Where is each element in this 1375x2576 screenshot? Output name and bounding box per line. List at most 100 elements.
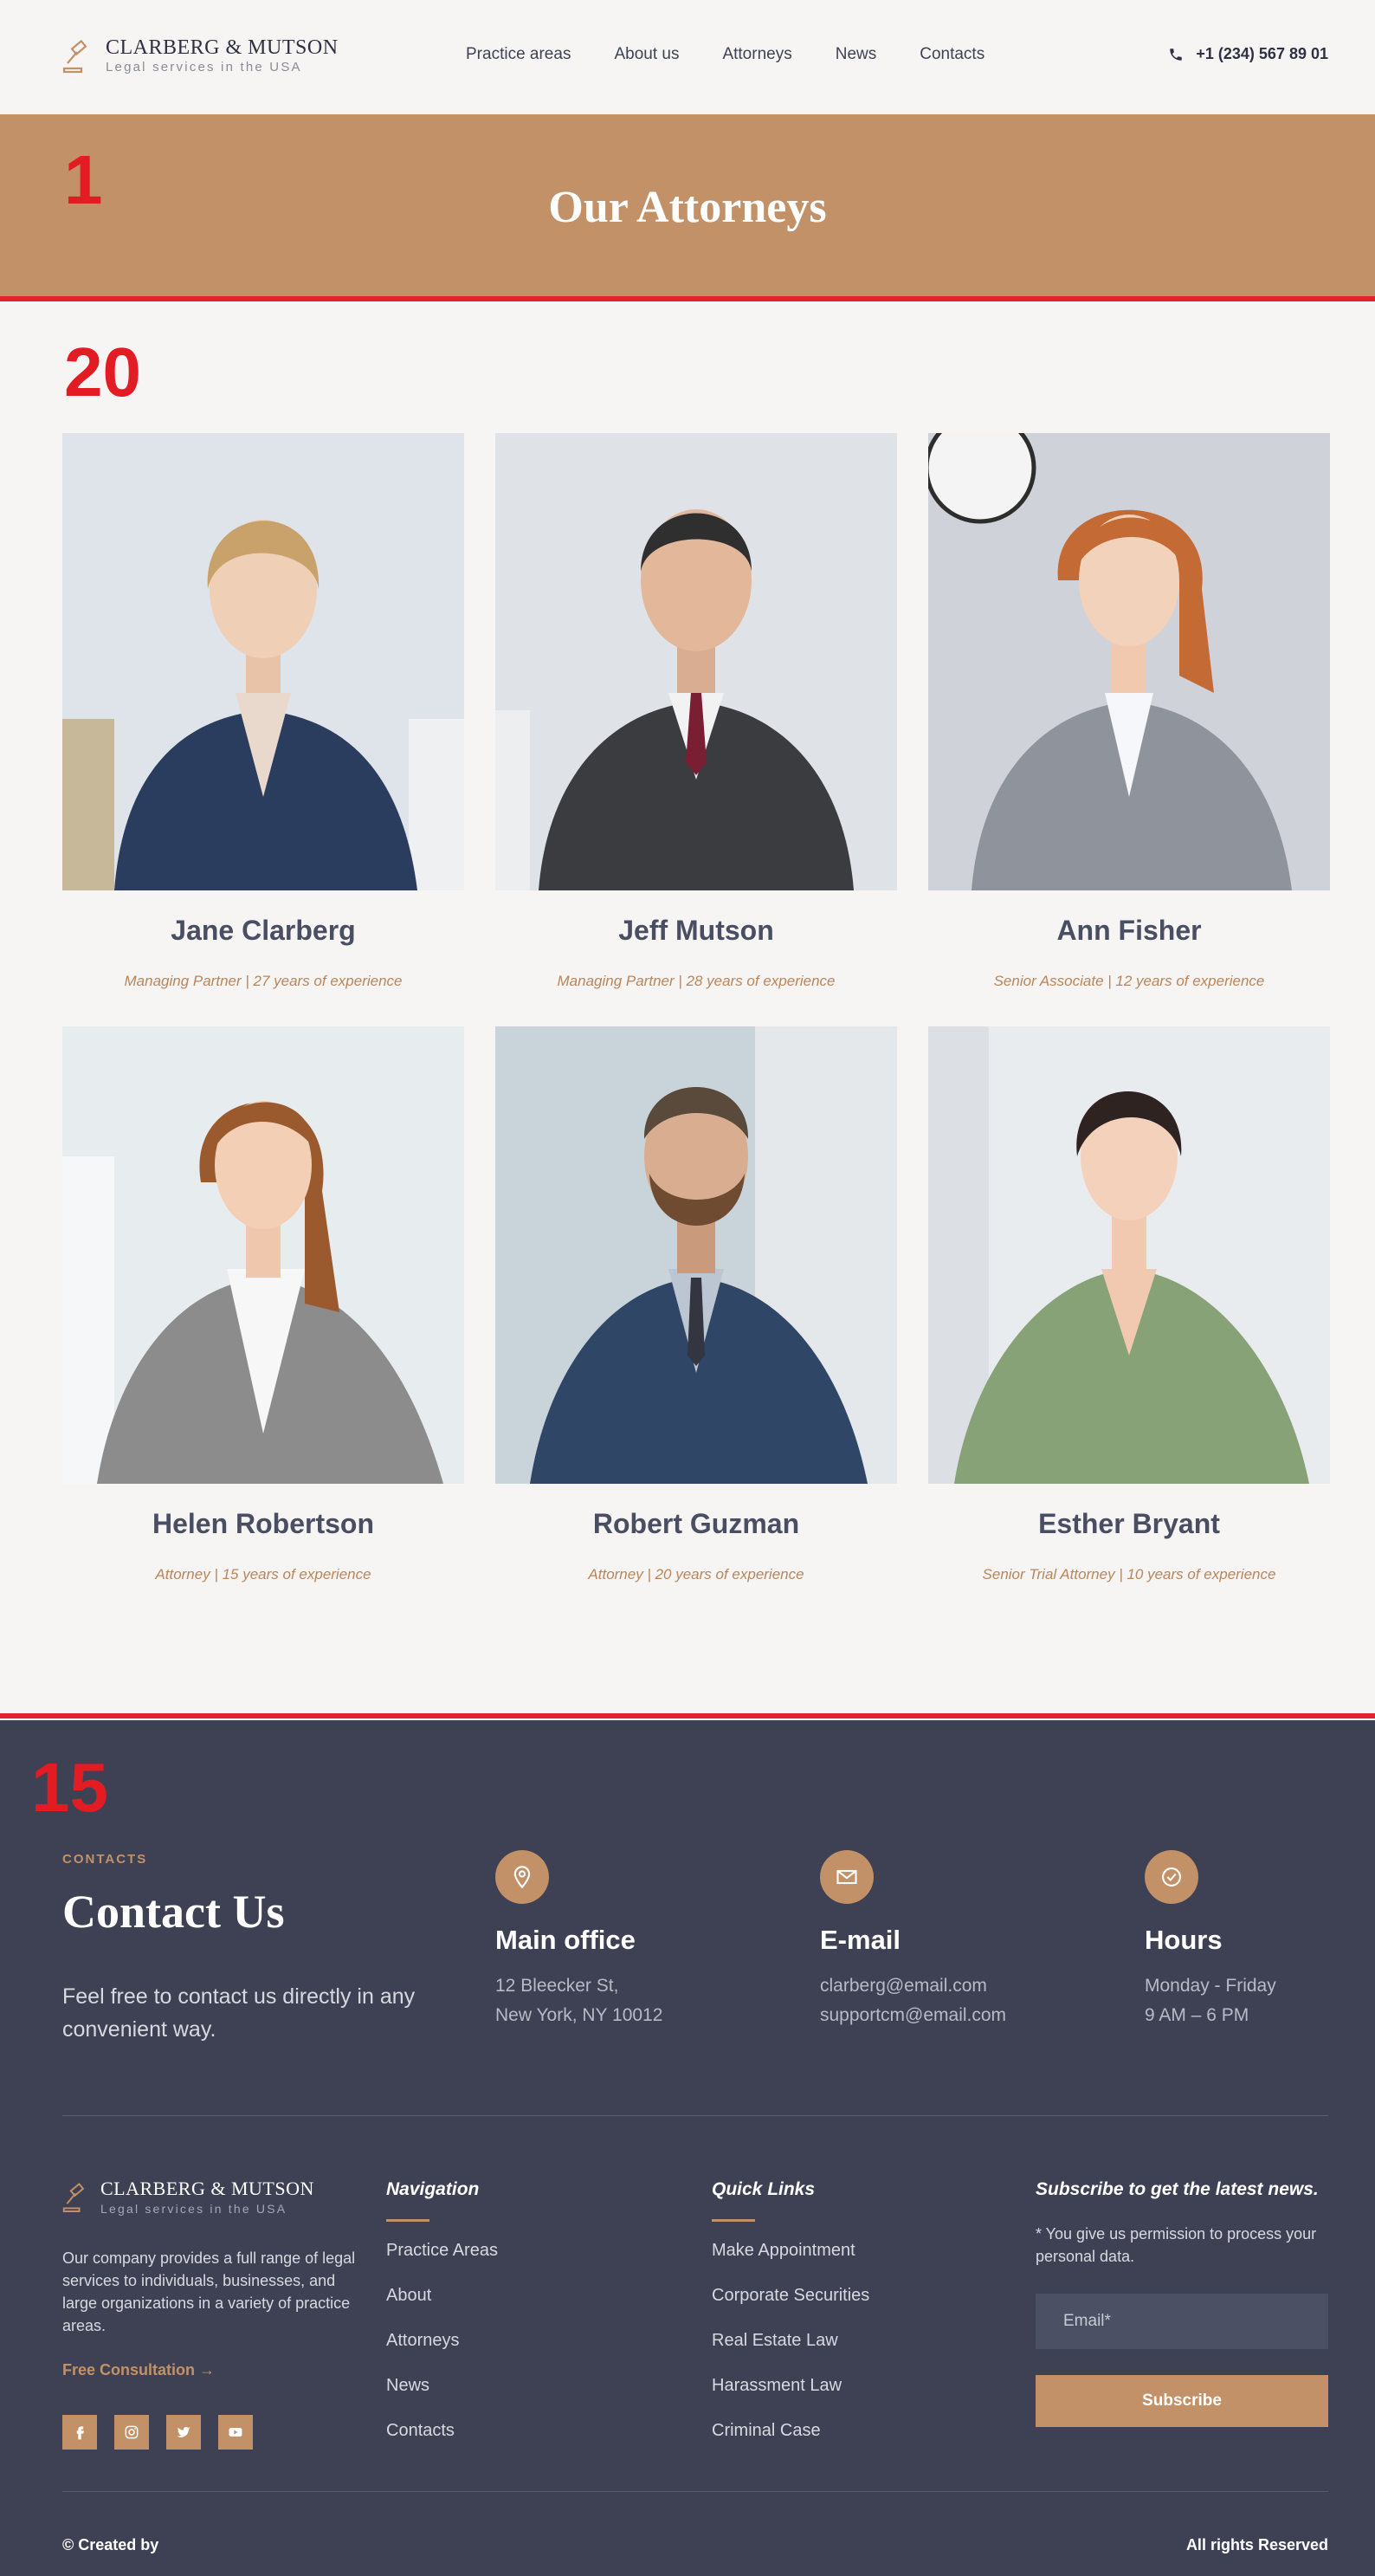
nav-contacts[interactable]: Contacts: [920, 45, 984, 64]
footer-divider: [62, 2491, 1328, 2492]
footer-description: Our company provides a full range of leg…: [62, 2249, 356, 2334]
attorney-role: Attorney | 20 years of experience: [588, 1566, 804, 1582]
contact-text: Feel free to contact us directly in any …: [62, 1984, 416, 2042]
copyright-text: © Created by: [62, 2536, 159, 2553]
attorney-role: Senior Trial Attorney | 10 years of expe…: [982, 1566, 1276, 1582]
navigation-title: Navigation: [386, 2179, 480, 2199]
page-hero: 1 Our Attorneys: [0, 114, 1375, 298]
contacts-label: CONTACTS: [62, 1852, 148, 1867]
page-title: Our Attorneys: [548, 183, 827, 232]
divider-line: [0, 296, 1375, 301]
section-marker-attorneys: 20: [64, 333, 141, 411]
attorney-photo[interactable]: [62, 1026, 464, 1484]
hours-line: Monday - Friday: [1145, 1976, 1276, 1996]
attorney-card[interactable]: Esther Bryant Senior Trial Attorney | 10…: [928, 1026, 1330, 1583]
youtube-icon[interactable]: [218, 2415, 253, 2450]
footer-nav-news[interactable]: News: [386, 2372, 498, 2417]
arrow-right-icon: →: [199, 2361, 216, 2379]
phone-icon: [1170, 48, 1183, 61]
email-block: E-mail clarberg@email.com supportcm@emai…: [820, 1850, 1097, 2030]
rights-text: All rights Reserved: [1185, 2536, 1328, 2553]
hours-line: 9 AM – 6 PM: [1145, 2005, 1249, 2025]
brand-logo[interactable]: CLARBERG & MUTSON Legal services in the …: [62, 36, 339, 76]
main-nav: Practice areas About us Attorneys News C…: [466, 45, 984, 64]
footer-divider: [62, 2115, 1328, 2116]
email-field[interactable]: [1036, 2294, 1328, 2349]
gavel-icon: [62, 2183, 85, 2212]
site-footer: 15 CONTACTS Contact Us Feel free to cont…: [0, 1720, 1375, 2576]
footer-nav-about[interactable]: About: [386, 2282, 498, 2327]
envelope-icon: [820, 1850, 874, 1904]
attorney-name[interactable]: Jeff Mutson: [495, 915, 897, 947]
main-office-block: Main office 12 Bleecker St, New York, NY…: [495, 1850, 772, 2030]
attorney-photo[interactable]: [62, 433, 464, 890]
map-pin-icon: [495, 1850, 549, 1904]
subscribe-title: Subscribe to get the latest news.: [1036, 2179, 1319, 2199]
footer-navigation: Navigation Practice Areas About Attorney…: [386, 2179, 498, 2463]
attorney-name[interactable]: Helen Robertson: [62, 1508, 464, 1540]
attorney-role: Managing Partner | 27 years of experienc…: [124, 973, 403, 989]
email-link[interactable]: supportcm@email.com: [820, 2001, 1097, 2030]
quick-link-corporate-securities[interactable]: Corporate Securities: [712, 2282, 869, 2327]
facebook-icon[interactable]: [62, 2415, 97, 2450]
address-line: New York, NY 10012: [495, 2005, 663, 2025]
brand-tagline: Legal services in the USA: [106, 60, 302, 74]
site-header: CLARBERG & MUTSON Legal services in the …: [0, 0, 1375, 114]
free-consultation-label: Free Consultation: [62, 2361, 196, 2379]
main-office-title: Main office: [495, 1925, 636, 1955]
attorney-card[interactable]: Robert Guzman Attorney | 20 years of exp…: [495, 1026, 897, 1583]
attorney-photo[interactable]: [928, 1026, 1330, 1484]
brand-name: CLARBERG & MUTSON: [106, 36, 339, 59]
address-line: 12 Bleecker St,: [495, 1976, 619, 1996]
footer-nav-practice-areas[interactable]: Practice Areas: [386, 2237, 498, 2282]
attorney-role: Attorney | 15 years of experience: [155, 1566, 371, 1582]
divider-line: [0, 1713, 1375, 1718]
footer-brand-tagline: Legal services in the USA: [100, 2202, 287, 2216]
attorney-card[interactable]: Jane Clarberg Managing Partner | 27 year…: [62, 433, 464, 990]
header-phone[interactable]: +1 (234) 567 89 01: [1168, 45, 1328, 63]
gavel-icon: [62, 39, 87, 74]
hours-block: Hours Monday - Friday 9 AM – 6 PM: [1145, 1850, 1375, 2030]
attorney-name[interactable]: Ann Fisher: [928, 915, 1330, 947]
quick-link-make-appointment[interactable]: Make Appointment: [712, 2237, 869, 2282]
attorney-card[interactable]: Jeff Mutson Managing Partner | 28 years …: [495, 433, 897, 990]
quick-link-criminal-case[interactable]: Criminal Case: [712, 2417, 869, 2463]
quick-link-real-estate-law[interactable]: Real Estate Law: [712, 2327, 869, 2372]
subscribe-button[interactable]: Subscribe: [1036, 2375, 1328, 2427]
quick-link-harassment-law[interactable]: Harassment Law: [712, 2372, 869, 2417]
nav-attorneys[interactable]: Attorneys: [722, 45, 791, 64]
attorney-role: Managing Partner | 28 years of experienc…: [557, 973, 836, 989]
contact-title: Contact Us: [62, 1886, 285, 1938]
footer-nav-contacts[interactable]: Contacts: [386, 2417, 498, 2463]
attorney-name[interactable]: Robert Guzman: [495, 1508, 897, 1540]
nav-practice-areas[interactable]: Practice areas: [466, 45, 571, 64]
free-consultation-link[interactable]: Free Consultation →: [62, 2361, 215, 2379]
attorney-photo[interactable]: [495, 433, 897, 890]
footer-nav-attorneys[interactable]: Attorneys: [386, 2327, 498, 2372]
footer-quick-links: Quick Links Make Appointment Corporate S…: [712, 2179, 869, 2463]
attorney-card[interactable]: Helen Robertson Attorney | 15 years of e…: [62, 1026, 464, 1583]
attorney-role: Senior Associate | 12 years of experienc…: [993, 973, 1265, 989]
clock-check-icon: [1145, 1850, 1198, 1904]
title-underline: [712, 2219, 755, 2222]
title-underline: [386, 2219, 429, 2222]
attorney-photo[interactable]: [928, 433, 1330, 890]
email-link[interactable]: clarberg@email.com: [820, 1971, 1097, 2001]
attorney-name[interactable]: Jane Clarberg: [62, 915, 464, 947]
nav-news[interactable]: News: [836, 45, 877, 64]
quick-links-title: Quick Links: [712, 2179, 816, 2199]
social-links: [62, 2415, 253, 2450]
phone-number: +1 (234) 567 89 01: [1196, 45, 1328, 62]
twitter-icon[interactable]: [166, 2415, 201, 2450]
section-marker-footer: 15: [31, 1749, 108, 1826]
hours-title: Hours: [1145, 1925, 1223, 1955]
subscribe-form: Subscribe to get the latest news. * You …: [1036, 2179, 1328, 2427]
instagram-icon[interactable]: [114, 2415, 149, 2450]
attorney-photo[interactable]: [495, 1026, 897, 1484]
email-title: E-mail: [820, 1925, 901, 1955]
attorney-card[interactable]: Ann Fisher Senior Associate | 12 years o…: [928, 433, 1330, 990]
footer-brand-name: CLARBERG & MUTSON: [100, 2178, 314, 2199]
footer-brand-logo[interactable]: CLARBERG & MUTSON Legal services in the …: [62, 2178, 314, 2217]
nav-about-us[interactable]: About us: [614, 45, 679, 64]
attorney-name[interactable]: Esther Bryant: [928, 1508, 1330, 1540]
